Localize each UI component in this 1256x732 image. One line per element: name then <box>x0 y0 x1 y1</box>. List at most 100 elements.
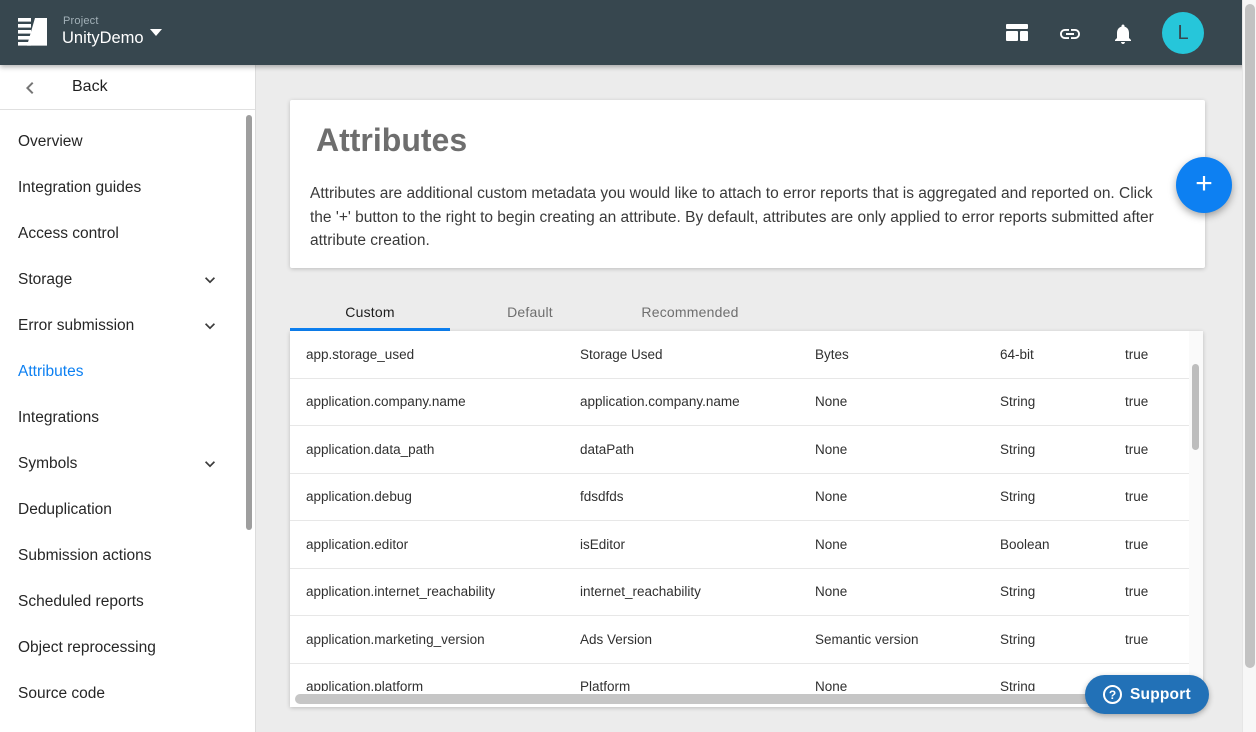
table-cell-description: Ads Version <box>580 632 652 647</box>
sidebar-item-label: Scheduled reports <box>18 593 144 611</box>
table-row[interactable]: application.data_path dataPath None String t… <box>290 426 1203 474</box>
table-cell-format: Bytes <box>815 347 849 362</box>
settings-sidebar: Back Overview Integration guides Access co… <box>0 65 256 732</box>
table-cell-name: application.data_path <box>306 442 434 457</box>
link-icon[interactable] <box>1058 22 1082 46</box>
sidebar-item-label: Deduplication <box>18 501 112 519</box>
table-cell-format: None <box>815 394 847 409</box>
sidebar-item-label: Access control <box>18 225 119 243</box>
sidebar-item-label: Submission actions <box>18 547 152 565</box>
project-dropdown-caret-icon[interactable] <box>150 29 162 36</box>
table-cell-format: Semantic version <box>815 632 919 647</box>
table-cell-type: String <box>1000 584 1035 599</box>
sidebar-item-label: Overview <box>18 133 83 151</box>
sidebar-item-label: Error submission <box>18 317 134 335</box>
attributes-table: app.storage_usedStorage UsedBytes64-bitt… <box>290 331 1203 707</box>
sidebar-item-attributes[interactable]: Attributes <box>0 349 240 395</box>
notifications-bell-icon[interactable] <box>1111 22 1135 46</box>
project-name[interactable]: UnityDemo <box>62 29 144 48</box>
table-cell-name: application.internet_reachability <box>306 584 495 599</box>
sidebar-item-access-control[interactable]: Access control <box>0 211 240 257</box>
table-cell-active: true <box>1125 442 1148 457</box>
table-row[interactable]: application.company.name application.comp… <box>290 379 1203 427</box>
sidebar-item-label: Storage <box>18 271 72 289</box>
table-vertical-scrollbar[interactable] <box>1192 364 1199 450</box>
table-cell-active: true <box>1125 394 1148 409</box>
table-cell-description: application.company.name <box>580 394 740 409</box>
table-cell-active: true <box>1125 347 1148 362</box>
sidebar-item-label: Object reprocessing <box>18 639 156 657</box>
table-cell-name: application.debug <box>306 489 412 504</box>
table-cell-description: fdsdfds <box>580 489 624 504</box>
sidebar-item-label: Integrations <box>18 409 99 427</box>
table-cell-name: application.company.name <box>306 394 466 409</box>
table-cell-type: String <box>1000 632 1035 647</box>
table-cell-name: application.marketing_version <box>306 632 485 647</box>
page-scrollbar[interactable] <box>1245 4 1255 668</box>
table-row[interactable]: app.storage_usedStorage UsedBytes64-bitt… <box>290 331 1203 379</box>
app-window: Project UnityDemo L Back Overview Integra… <box>0 0 1256 732</box>
sidebar-nav-list: Overview Integration guides Access control… <box>0 119 240 717</box>
support-button[interactable]: ? Support <box>1085 675 1209 714</box>
sidebar-item-submission-actions[interactable]: Submission actions <box>0 533 240 579</box>
table-cell-name: app.storage_used <box>306 347 414 362</box>
table-cell-type: 64-bit <box>1000 347 1034 362</box>
sidebar-item-storage[interactable]: Storage <box>0 257 240 303</box>
sidebar-item-deduplication[interactable]: Deduplication <box>0 487 240 533</box>
page-title: Attributes <box>316 122 467 159</box>
sidebar-scrollbar[interactable] <box>246 115 252 530</box>
attributes-table-body: app.storage_usedStorage UsedBytes64-bitt… <box>290 331 1203 707</box>
top-bar: Project UnityDemo L <box>0 0 1256 65</box>
table-cell-active: true <box>1125 537 1148 552</box>
tab-custom[interactable]: Custom <box>290 295 450 328</box>
tab-default[interactable]: Default <box>450 295 610 328</box>
back-label: Back <box>72 78 108 96</box>
table-cell-type: String <box>1000 442 1035 457</box>
add-attribute-button[interactable]: + <box>1176 157 1232 213</box>
dashboard-layout-icon[interactable] <box>1006 24 1028 41</box>
table-cell-format: None <box>815 584 847 599</box>
table-cell-description: internet_reachability <box>580 584 701 599</box>
table-cell-type: String <box>1000 489 1035 504</box>
table-cell-format: None <box>815 537 847 552</box>
sidebar-item-error-submission[interactable]: Error submission <box>0 303 240 349</box>
sidebar-item-object-reprocessing[interactable]: Object reprocessing <box>0 625 240 671</box>
tab-recommended[interactable]: Recommended <box>610 295 770 328</box>
chevron-down-icon <box>200 270 220 290</box>
project-label: Project <box>63 15 99 27</box>
table-cell-name: application.editor <box>306 537 408 552</box>
table-cell-description: isEditor <box>580 537 625 552</box>
sidebar-item-label: Integration guides <box>18 179 141 197</box>
sidebar-item-integrations[interactable]: Integrations <box>0 395 240 441</box>
user-avatar[interactable]: L <box>1162 12 1204 54</box>
table-cell-format: None <box>815 489 847 504</box>
attributes-header-card: Attributes Attributes are additional cus… <box>290 100 1205 268</box>
sidebar-item-integration-guides[interactable]: Integration guides <box>0 165 240 211</box>
table-row[interactable]: application.marketing_version Ads Version… <box>290 616 1203 664</box>
sidebar-item-scheduled-reports[interactable]: Scheduled reports <box>0 579 240 625</box>
table-cell-description: dataPath <box>580 442 634 457</box>
page-description: Attributes are additional custom metadat… <box>310 182 1162 253</box>
table-row[interactable]: application.debug fdsdfds None String true <box>290 474 1203 522</box>
sidebar-item-symbols[interactable]: Symbols <box>0 441 240 487</box>
chevron-left-icon <box>18 76 42 100</box>
chevron-down-icon <box>200 316 220 336</box>
support-label: Support <box>1130 686 1191 704</box>
page-scrollbar-track <box>1242 0 1256 732</box>
sidebar-item-label: Attributes <box>18 363 83 381</box>
attribute-tabs: CustomDefaultRecommended <box>290 295 930 331</box>
sidebar-item-source-code[interactable]: Source code <box>0 671 240 717</box>
table-cell-active: true <box>1125 489 1148 504</box>
sidebar-item-overview[interactable]: Overview <box>0 119 240 165</box>
table-row[interactable]: application.internet_reachability interne… <box>290 569 1203 617</box>
table-cell-type: Boolean <box>1000 537 1050 552</box>
table-horizontal-scrollbar[interactable] <box>295 694 1179 704</box>
table-cell-active: true <box>1125 632 1148 647</box>
question-mark-icon: ? <box>1103 685 1122 704</box>
table-cell-format: None <box>815 442 847 457</box>
table-row[interactable]: application.editor isEditor None Boolean tru… <box>290 521 1203 569</box>
backtrace-logo-icon[interactable] <box>18 16 48 48</box>
sidebar-item-label: Symbols <box>18 455 77 473</box>
back-button[interactable]: Back <box>0 65 255 110</box>
table-cell-type: String <box>1000 394 1035 409</box>
